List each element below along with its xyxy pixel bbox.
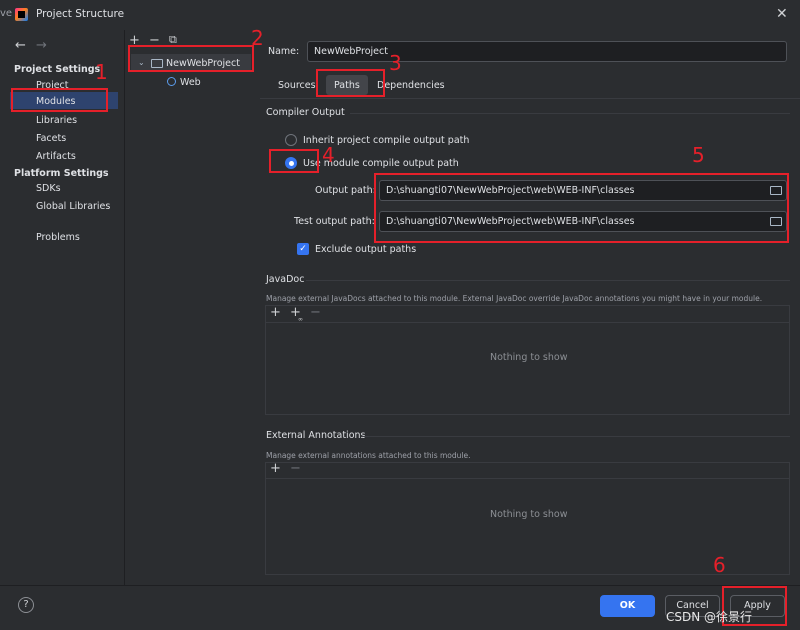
- nav-item-global-libraries[interactable]: Global Libraries: [36, 201, 110, 212]
- nav-item-sdks[interactable]: SDKs: [36, 183, 61, 194]
- ok-button[interactable]: OK: [600, 595, 655, 617]
- annotations-add-icon[interactable]: +: [270, 461, 281, 476]
- web-facet-icon: [167, 77, 176, 86]
- javadoc-separator: [306, 280, 790, 281]
- tab-sources[interactable]: Sources: [278, 80, 316, 91]
- tab-dependencies[interactable]: Dependencies: [377, 80, 445, 91]
- project-settings-header: Project Settings: [14, 64, 101, 75]
- external-annotations-description: Manage external annotations attached to …: [266, 451, 471, 460]
- external-annotations-title: External Annotations: [266, 430, 366, 441]
- annotation-box-3: [316, 69, 385, 97]
- annotation-box-1: [11, 88, 108, 112]
- annotations-toolbar-divider: [266, 478, 789, 479]
- annotation-number-5: 5: [692, 143, 705, 167]
- javadoc-add-icon[interactable]: +: [270, 305, 281, 320]
- title-bar: ve Project Structure ✕: [0, 0, 800, 30]
- javadoc-toolbar-divider: [266, 322, 789, 323]
- annotation-number-1: 1: [95, 60, 108, 84]
- annotation-box-5: [374, 173, 789, 243]
- exclude-output-checkbox[interactable]: ✓: [297, 243, 309, 255]
- annotation-box-4: [269, 149, 319, 173]
- external-annotations-separator: [362, 436, 790, 437]
- left-edge-fragment: ve: [0, 8, 13, 19]
- inherit-output-radio[interactable]: [285, 134, 297, 146]
- annotations-remove-icon[interactable]: −: [290, 461, 301, 476]
- tree-node-web[interactable]: Web: [180, 77, 201, 88]
- module-tree-panel: [124, 30, 261, 585]
- close-icon[interactable]: ✕: [776, 6, 788, 22]
- javadoc-title: JavaDoc: [266, 274, 305, 285]
- compiler-output-title: Compiler Output: [266, 107, 345, 118]
- name-label: Name:: [268, 46, 300, 57]
- annotation-number-6: 6: [713, 553, 726, 577]
- output-path-label: Output path:: [315, 185, 376, 196]
- annotations-empty-text: Nothing to show: [490, 509, 568, 520]
- compiler-output-separator: [350, 113, 790, 114]
- javadoc-description: Manage external JavaDocs attached to thi…: [266, 294, 763, 303]
- window-title: Project Structure: [36, 8, 125, 20]
- nav-item-artifacts[interactable]: Artifacts: [36, 151, 76, 162]
- back-arrow-icon[interactable]: ←: [15, 38, 26, 53]
- annotation-number-4: 4: [322, 143, 335, 167]
- forward-arrow-icon[interactable]: →: [36, 38, 47, 53]
- help-icon[interactable]: ?: [18, 597, 34, 613]
- annotation-number-3: 3: [389, 51, 402, 75]
- module-name-field[interactable]: NewWebProject: [307, 41, 787, 62]
- platform-settings-header: Platform Settings: [14, 168, 109, 179]
- left-nav-panel: [0, 30, 124, 585]
- test-output-path-label: Test output path:: [294, 216, 375, 227]
- annotation-box-2: [128, 45, 254, 72]
- intellij-app-icon: [15, 8, 28, 21]
- javadoc-empty-text: Nothing to show: [490, 352, 568, 363]
- tabs-divider: [260, 98, 800, 99]
- annotation-number-2: 2: [251, 26, 264, 50]
- nav-item-facets[interactable]: Facets: [36, 133, 66, 144]
- csdn-watermark: CSDN @徐景行: [666, 610, 753, 624]
- exclude-output-label: Exclude output paths: [315, 244, 417, 255]
- nav-item-problems[interactable]: Problems: [36, 232, 80, 243]
- javadoc-remove-icon[interactable]: −: [310, 305, 321, 320]
- nav-item-libraries[interactable]: Libraries: [36, 115, 77, 126]
